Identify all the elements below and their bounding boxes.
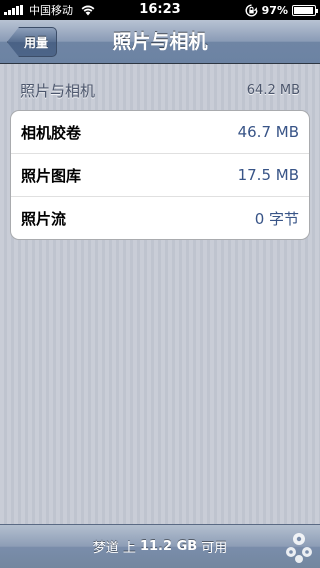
status-bar: 中国移动 16:23 97% [0, 0, 320, 20]
watermark-logo-icon [286, 533, 312, 563]
available-prefix: 梦道 上 [92, 541, 140, 556]
rotation-lock-icon [245, 4, 258, 16]
list-item-label: 照片图库 [21, 166, 82, 185]
list-item-label: 相机胶卷 [21, 123, 82, 142]
list-item-value: 0 字节 [254, 210, 299, 228]
battery-fill [294, 6, 314, 14]
available-suffix: 可用 [197, 541, 228, 556]
status-bar-right: 97% [245, 0, 318, 20]
list-item-value: 17.5 MB [237, 166, 299, 184]
list-item-photo-library[interactable]: 照片图库 17.5 MB [11, 154, 309, 197]
section-title: 照片与相机 [20, 81, 96, 100]
list-item-photo-stream[interactable]: 照片流 0 字节 [11, 197, 309, 239]
page-title: 照片与相机 [112, 31, 208, 53]
list-item-label: 照片流 [21, 210, 67, 228]
list-item-camera-roll[interactable]: 相机胶卷 46.7 MB [11, 111, 309, 154]
battery-percent: 97% [261, 3, 288, 17]
battery-icon [292, 4, 318, 16]
section-header: 照片与相机 64.2 MB [20, 80, 300, 100]
storage-available-bar: 梦道 上 11.2 GB 可用 [0, 524, 320, 568]
list-item-value: 46.7 MB [237, 123, 299, 141]
section-total-size: 64.2 MB [246, 82, 300, 98]
available-amount: 11.2 GB [139, 539, 198, 554]
storage-list: 相机胶卷 46.7 MB 照片图库 17.5 MB 照片流 0 字节 [10, 110, 310, 240]
navigation-bar: 用量 照片与相机 [0, 20, 320, 64]
